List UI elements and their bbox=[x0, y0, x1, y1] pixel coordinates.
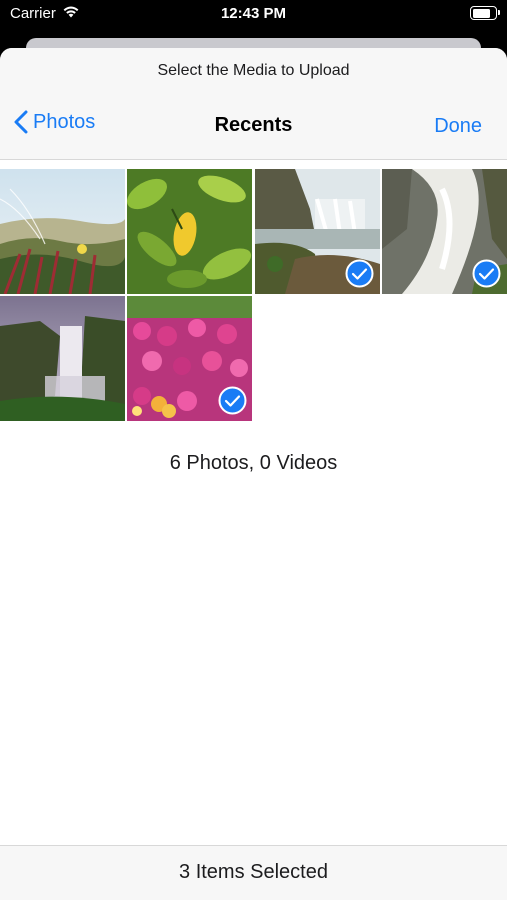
bottom-toolbar: 3 Items Selected bbox=[0, 845, 507, 900]
checkmark-icon bbox=[472, 259, 501, 288]
back-button[interactable]: Photos bbox=[14, 110, 95, 134]
clock: 12:43 PM bbox=[220, 5, 287, 22]
photo-thumbnail[interactable] bbox=[0, 296, 125, 421]
photo-lemon-leaves bbox=[127, 169, 252, 294]
photo-thumbnail[interactable] bbox=[0, 169, 125, 294]
picker-header: Select the Media to Upload Photos Recent… bbox=[0, 48, 507, 160]
media-count: 6 Photos, 0 Videos bbox=[169, 452, 338, 474]
selection-count: 3 Items Selected bbox=[179, 861, 328, 883]
status-bar: Carrier 12:43 PM bbox=[0, 0, 507, 34]
done-button[interactable]: Done bbox=[434, 115, 482, 138]
checkmark-icon bbox=[218, 386, 247, 415]
picker-prompt: Select the Media to Upload bbox=[157, 62, 350, 79]
back-button-label: Photos bbox=[33, 110, 96, 133]
media-picker-sheet: Select the Media to Upload Photos Recent… bbox=[0, 48, 507, 900]
battery-level bbox=[472, 8, 491, 18]
photo-coastal-grass bbox=[0, 169, 125, 294]
photo-waterfall-cliff bbox=[0, 296, 125, 421]
photo-thumbnail[interactable] bbox=[127, 169, 252, 294]
battery-icon bbox=[470, 6, 500, 20]
checkmark-icon bbox=[345, 259, 374, 288]
chevron-left-icon bbox=[14, 110, 28, 134]
